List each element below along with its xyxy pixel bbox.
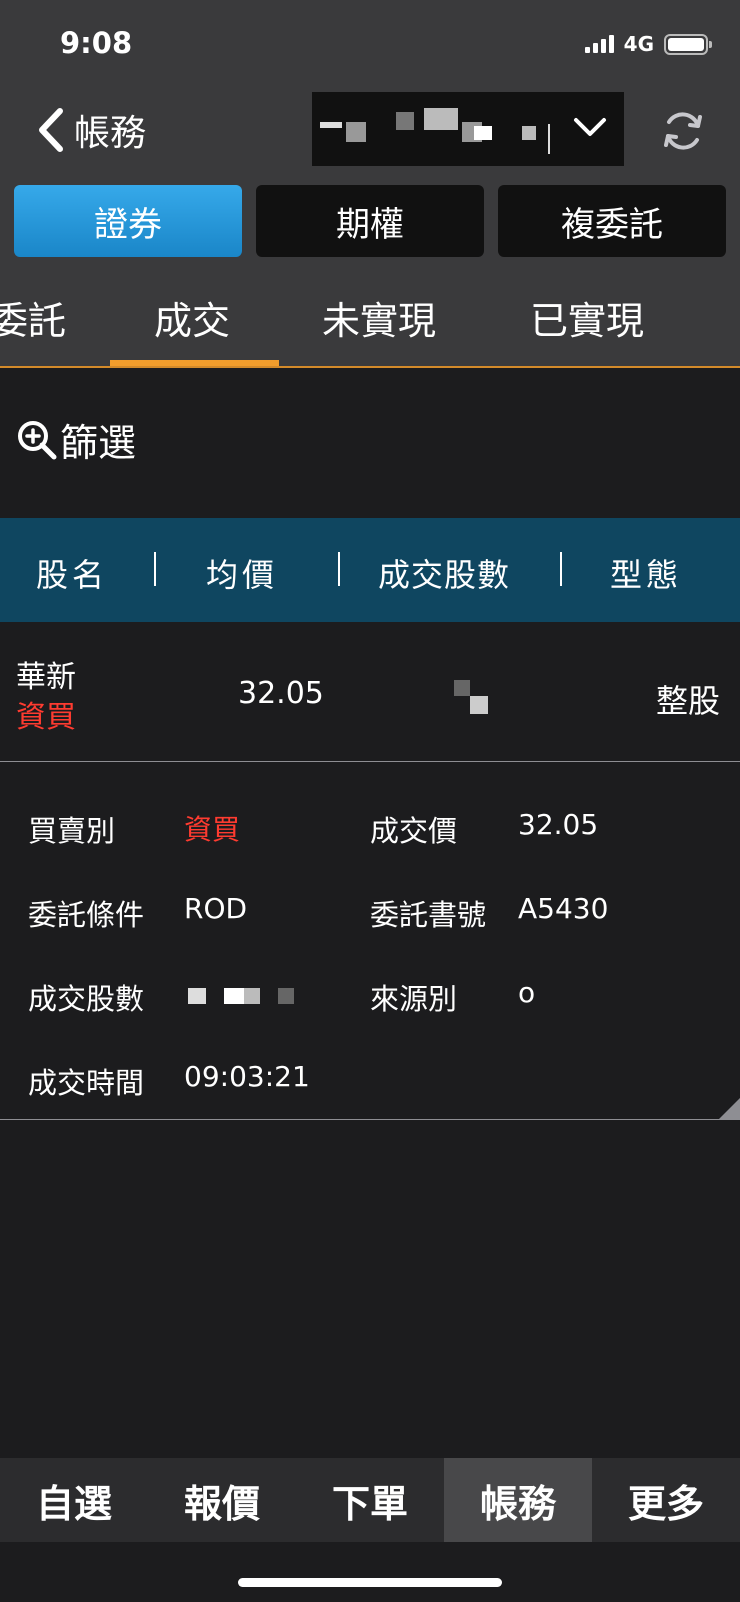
refresh-icon[interactable]	[660, 108, 706, 154]
masked-account	[320, 122, 342, 128]
segment-sub-brokerage[interactable]: 複委託	[498, 185, 726, 257]
status-indicators: 4G	[584, 32, 712, 56]
status-bar: 9:08 4G	[0, 0, 740, 88]
tab-trades[interactable]: 成交	[154, 290, 230, 345]
nav-title: 帳務	[74, 113, 147, 154]
tab-orders[interactable]: 委託	[0, 290, 66, 345]
battery-icon	[664, 33, 712, 55]
market-segments: 證券 期權 複委託	[0, 170, 740, 260]
masked-qty	[188, 986, 298, 1006]
filter-button[interactable]: 篩選	[16, 412, 136, 467]
account-selector[interactable]	[312, 92, 624, 166]
detail-value-price: 32.05	[518, 808, 599, 841]
back-button[interactable]: 帳務	[36, 104, 146, 156]
tab-unrealized[interactable]: 未實現	[322, 290, 436, 345]
header-stock-name: 股名	[36, 556, 109, 594]
detail-label-side: 買賣別	[28, 814, 116, 848]
network-type: 4G	[623, 32, 654, 56]
nav-bar: 帳務	[0, 88, 740, 170]
bottom-nav-account[interactable]: 帳務	[444, 1458, 592, 1542]
chevron-down-icon	[574, 118, 606, 136]
tab-realized[interactable]: 已實現	[530, 290, 644, 345]
bottom-nav-quotes[interactable]: 報價	[148, 1458, 296, 1542]
detail-value-side: 資買	[184, 813, 241, 846]
screen: 9:08 4G 帳務 證券 期權 複委託 委託 成交 未實現 已實現 篩選 股名…	[0, 0, 740, 1602]
trade-detail: 買賣別 資買 成交價 32.05 委託條件 ROD 委託書號 A5430 成交股…	[0, 762, 740, 1120]
header-status: 型態	[610, 556, 683, 594]
segment-securities[interactable]: 證券	[14, 185, 242, 257]
detail-label-price: 成交價	[370, 814, 458, 848]
detail-label-source: 來源別	[370, 982, 458, 1016]
segment-futures-options[interactable]: 期權	[256, 185, 484, 257]
trade-status: 整股	[656, 682, 721, 720]
filter-label: 篩選	[60, 421, 137, 465]
header-avg-price: 均價	[206, 556, 279, 594]
bottom-nav-order[interactable]: 下單	[296, 1458, 444, 1542]
header-divider	[560, 552, 562, 586]
active-tab-indicator	[110, 360, 279, 366]
bottom-nav: 自選 報價 下單 帳務 更多	[0, 1458, 740, 1542]
masked-trade-qty	[454, 680, 494, 720]
bottom-nav-watchlist[interactable]: 自選	[0, 1458, 148, 1542]
home-indicator[interactable]	[238, 1578, 502, 1587]
zoom-in-icon	[18, 420, 57, 459]
signal-icon	[584, 35, 614, 53]
table-header: 股名 均價 成交股數 型態	[0, 518, 740, 622]
header-trade-qty: 成交股數	[378, 556, 511, 594]
detail-label-condition: 委託條件	[28, 898, 145, 932]
detail-label-time: 成交時間	[28, 1066, 145, 1100]
header-divider	[338, 552, 340, 586]
detail-value-condition: ROD	[184, 892, 248, 925]
record-tabs: 委託 成交 未實現 已實現	[0, 260, 740, 368]
table-row[interactable]: 華新 資買 32.05 整股	[0, 622, 740, 762]
stock-name: 華新	[16, 660, 76, 695]
filter-row: 篩選	[0, 368, 740, 518]
detail-label-qty: 成交股數	[28, 982, 145, 1016]
header-divider	[154, 552, 156, 586]
detail-value-order-no: A5430	[518, 892, 609, 925]
detail-label-order-no: 委託書號	[370, 898, 487, 932]
avg-price: 32.05	[238, 676, 324, 711]
detail-value-time: 09:03:21	[184, 1060, 310, 1093]
back-chevron-icon	[39, 108, 63, 152]
detail-value-source: o	[518, 976, 536, 1009]
trade-type: 資買	[16, 700, 76, 735]
bottom-nav-more[interactable]: 更多	[592, 1458, 740, 1542]
collapse-corner-icon[interactable]	[718, 1098, 740, 1120]
status-time: 9:08	[60, 26, 133, 60]
